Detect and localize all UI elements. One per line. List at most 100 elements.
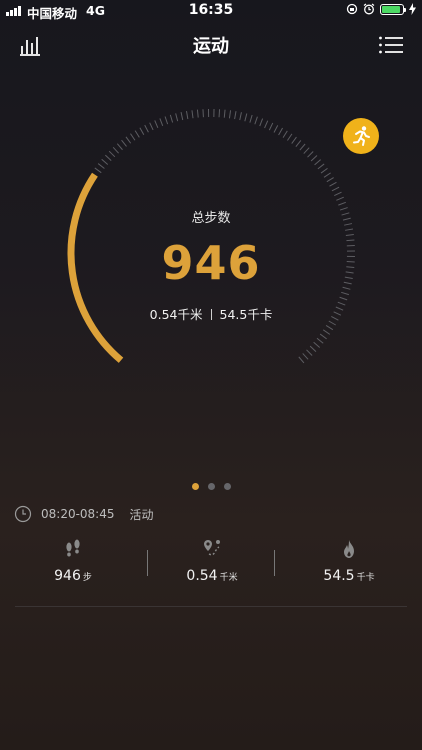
gauge-tick: [134, 130, 140, 138]
gauge-tick: [139, 127, 145, 135]
gauge-tick: [101, 158, 109, 165]
gauge-tick: [295, 140, 302, 148]
gauge-tick: [249, 114, 253, 123]
gauge-tick: [191, 110, 194, 119]
stat-calories-unit: 千卡: [356, 573, 375, 583]
activity-stats: 946 步 0.54 千米 54.5 千卡: [0, 538, 422, 598]
gauge-tick: [130, 133, 136, 141]
gauge-tick: [259, 118, 264, 127]
gauge-tick: [310, 155, 318, 162]
gauge-tick: [234, 111, 237, 120]
gauge-tick: [121, 139, 127, 147]
gauge-tick: [97, 163, 105, 169]
gauge-tick: [319, 333, 327, 340]
gauge-tick: [185, 111, 189, 120]
gauge-tick: [264, 120, 269, 129]
gauge-tick: [338, 201, 346, 206]
gauge-tick: [341, 291, 349, 296]
running-mode-button[interactable]: [343, 118, 379, 154]
gauge-tick: [164, 116, 169, 125]
gauge-tick: [336, 196, 344, 201]
activity-header: 08:20-08:45 活动: [14, 504, 154, 524]
gauge-tick: [175, 113, 179, 122]
gauge-tick: [307, 151, 314, 158]
gauge-tick: [144, 124, 149, 133]
activity-time: 08:20-08:45: [41, 507, 115, 521]
clock-icon: [14, 505, 32, 523]
gauge-tick: [116, 143, 123, 151]
divider: [15, 606, 407, 607]
gauge-tick: [125, 136, 132, 144]
activity-type: 活动: [129, 507, 154, 522]
gauge-tick: [303, 147, 310, 154]
running-icon: [353, 126, 370, 146]
page-dot[interactable]: [223, 483, 231, 490]
stat-calories-value: 54.5: [323, 568, 355, 584]
gauge-tick: [314, 159, 321, 166]
gauge-tick: [239, 112, 242, 121]
stat-calories: 54.5 千卡: [284, 538, 414, 584]
gauge-tick: [223, 109, 226, 118]
gauge-tick: [268, 122, 274, 131]
gauge-tick: [228, 110, 232, 119]
menu-list-icon[interactable]: [378, 34, 404, 56]
nav-bar: 运动: [0, 22, 422, 66]
gauge-tick: [320, 167, 328, 174]
gauge-tick: [291, 136, 297, 144]
gauge-tick: [180, 112, 184, 121]
divider: [274, 550, 275, 576]
gauge-tick: [334, 191, 342, 196]
page-title: 运动: [193, 36, 229, 57]
gauge-tick: [325, 325, 334, 331]
gauge-tick: [196, 109, 199, 118]
divider: [210, 309, 212, 320]
alarm-icon: [363, 3, 375, 15]
gauge-tick: [326, 177, 334, 183]
page-dot[interactable]: [191, 483, 199, 490]
lock-rotation-icon: [346, 3, 358, 15]
distance-value: 0.54千米: [149, 307, 203, 322]
charging-icon: [409, 3, 416, 15]
gauge-summary: 0.54千米 54.5千卡: [0, 304, 422, 323]
gauge-tick: [331, 186, 340, 192]
gauge-tick: [322, 329, 331, 335]
stat-steps-unit: 步: [82, 573, 92, 583]
flame-icon: [344, 540, 354, 558]
gauge-tick: [273, 125, 279, 133]
gauge-tick: [316, 337, 324, 344]
status-bar: 中国移动 4G 16:35: [0, 0, 422, 22]
gauge-tick: [108, 150, 116, 158]
gauge-tick: [282, 130, 288, 138]
stat-distance-unit: 千米: [219, 573, 238, 583]
gauge-tick: [298, 356, 305, 364]
gauge-tick: [94, 167, 102, 174]
gauge-tick: [278, 127, 283, 136]
gauge-tick: [244, 113, 248, 122]
gauge-tick: [313, 341, 321, 348]
stat-distance: 0.54 千米: [147, 538, 277, 584]
gauge-tick: [306, 349, 313, 356]
gauge-tick: [287, 133, 293, 141]
stat-steps: 946 步: [8, 538, 138, 584]
route-icon: [204, 540, 220, 556]
calories-value: 54.5千卡: [219, 307, 273, 322]
page-indicator[interactable]: [0, 483, 422, 490]
total-steps-label: 总步数: [191, 211, 231, 226]
footprints-icon: [66, 539, 80, 557]
gauge-tick: [309, 345, 317, 352]
total-steps-value: 946: [161, 236, 261, 290]
gauge-tick: [169, 114, 174, 123]
gauge-tick: [254, 116, 258, 125]
gauge-tick: [345, 228, 354, 231]
status-icons: [346, 3, 416, 15]
battery-icon: [380, 3, 406, 15]
gauge-tick: [149, 122, 154, 131]
stat-steps-value: 946: [54, 568, 81, 584]
gauge-tick: [105, 154, 112, 161]
page-dot[interactable]: [207, 483, 215, 490]
gauge-tick: [323, 172, 331, 178]
gauge-tick: [302, 353, 309, 360]
gauge-tick: [329, 181, 337, 187]
gauge-tick: [112, 147, 119, 154]
gauge-tick: [159, 118, 164, 127]
